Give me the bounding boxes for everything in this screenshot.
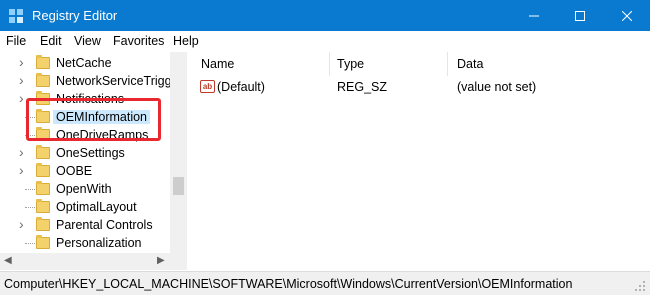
tree-item-label: OptimalLayout xyxy=(56,200,137,214)
tree-item[interactable]: › Parental Controls xyxy=(0,216,170,234)
folder-icon xyxy=(36,73,50,87)
folder-icon xyxy=(36,235,50,249)
window-title: Registry Editor xyxy=(32,8,118,23)
menu-favorites[interactable]: Favorites xyxy=(113,34,164,48)
value-type: REG_SZ xyxy=(337,80,388,94)
tree-item-label: OpenWith xyxy=(56,182,112,196)
folder-icon xyxy=(36,145,50,159)
tree-item[interactable]: Personalization xyxy=(0,234,170,252)
tree-item[interactable]: › NetworkServiceTrigge xyxy=(0,72,179,90)
expand-arrow-icon[interactable]: › xyxy=(19,72,29,88)
column-header-data[interactable]: Data xyxy=(457,57,483,71)
tree-item-label: OOBE xyxy=(56,164,93,178)
scroll-right-icon[interactable]: ▶ xyxy=(157,255,165,266)
scroll-left-icon[interactable]: ◀ xyxy=(4,255,12,266)
tree-item[interactable]: › NetCache xyxy=(0,54,170,72)
tree-item[interactable]: › OneSettings xyxy=(0,144,170,162)
value-data: (value not set) xyxy=(457,80,537,94)
tree-item-label: Personalization xyxy=(56,236,142,250)
tree-vertical-scrollbar[interactable] xyxy=(170,52,187,270)
tree-item[interactable]: OptimalLayout xyxy=(0,198,170,216)
values-pane[interactable]: Name Type Data ab (Default) REG_SZ (valu… xyxy=(193,52,650,270)
status-bar: Computer\HKEY_LOCAL_MACHINE\SOFTWARE\Mic… xyxy=(0,271,650,295)
folder-icon xyxy=(36,217,50,231)
scrollbar-thumb[interactable] xyxy=(173,177,184,195)
title-bar[interactable]: Registry Editor xyxy=(0,0,650,31)
tree-horizontal-scrollbar[interactable]: ◀ ▶ xyxy=(0,253,170,270)
expand-arrow-icon[interactable]: › xyxy=(19,144,29,160)
folder-icon xyxy=(36,181,50,195)
registry-tree[interactable]: › NetCache › NetworkServiceTrigge › Notificat… xyxy=(0,52,187,270)
column-header-type[interactable]: Type xyxy=(337,57,364,71)
column-divider[interactable] xyxy=(329,52,330,76)
column-header-name[interactable]: Name xyxy=(201,57,234,71)
menu-file[interactable]: File xyxy=(6,34,26,48)
red-highlight-box xyxy=(26,98,161,141)
folder-icon xyxy=(36,55,50,69)
resize-grip-icon[interactable] xyxy=(634,280,646,292)
expand-arrow-icon[interactable]: › xyxy=(19,216,29,232)
string-value-icon: ab xyxy=(200,80,215,93)
tree-item-label: Parental Controls xyxy=(56,218,153,232)
folder-icon xyxy=(36,163,50,177)
tree-connector xyxy=(25,243,35,244)
menu-bar: File Edit View Favorites Help xyxy=(0,31,650,51)
minimize-button[interactable] xyxy=(511,0,557,31)
expand-arrow-icon[interactable]: › xyxy=(19,54,29,70)
close-icon xyxy=(622,10,632,21)
tree-connector xyxy=(25,207,35,208)
menu-view[interactable]: View xyxy=(74,34,101,48)
tree-connector xyxy=(25,189,35,190)
tree-item-label: NetCache xyxy=(56,56,112,70)
expand-arrow-icon[interactable]: › xyxy=(19,162,29,178)
value-name: (Default) xyxy=(217,80,265,94)
tree-item-label: OneSettings xyxy=(56,146,125,160)
tree-item[interactable]: OpenWith xyxy=(0,180,170,198)
close-button[interactable] xyxy=(604,0,650,31)
tree-item[interactable]: › OOBE xyxy=(0,162,170,180)
registry-editor-icon xyxy=(9,9,23,23)
maximize-button[interactable] xyxy=(557,0,603,31)
menu-edit[interactable]: Edit xyxy=(40,34,62,48)
menu-help[interactable]: Help xyxy=(173,34,199,48)
registry-path: Computer\HKEY_LOCAL_MACHINE\SOFTWARE\Mic… xyxy=(4,277,573,291)
folder-icon xyxy=(36,199,50,213)
column-divider[interactable] xyxy=(447,52,448,76)
maximize-icon xyxy=(575,10,585,21)
minimize-icon xyxy=(529,15,539,16)
tree-item-label: NetworkServiceTrigge xyxy=(56,74,179,88)
